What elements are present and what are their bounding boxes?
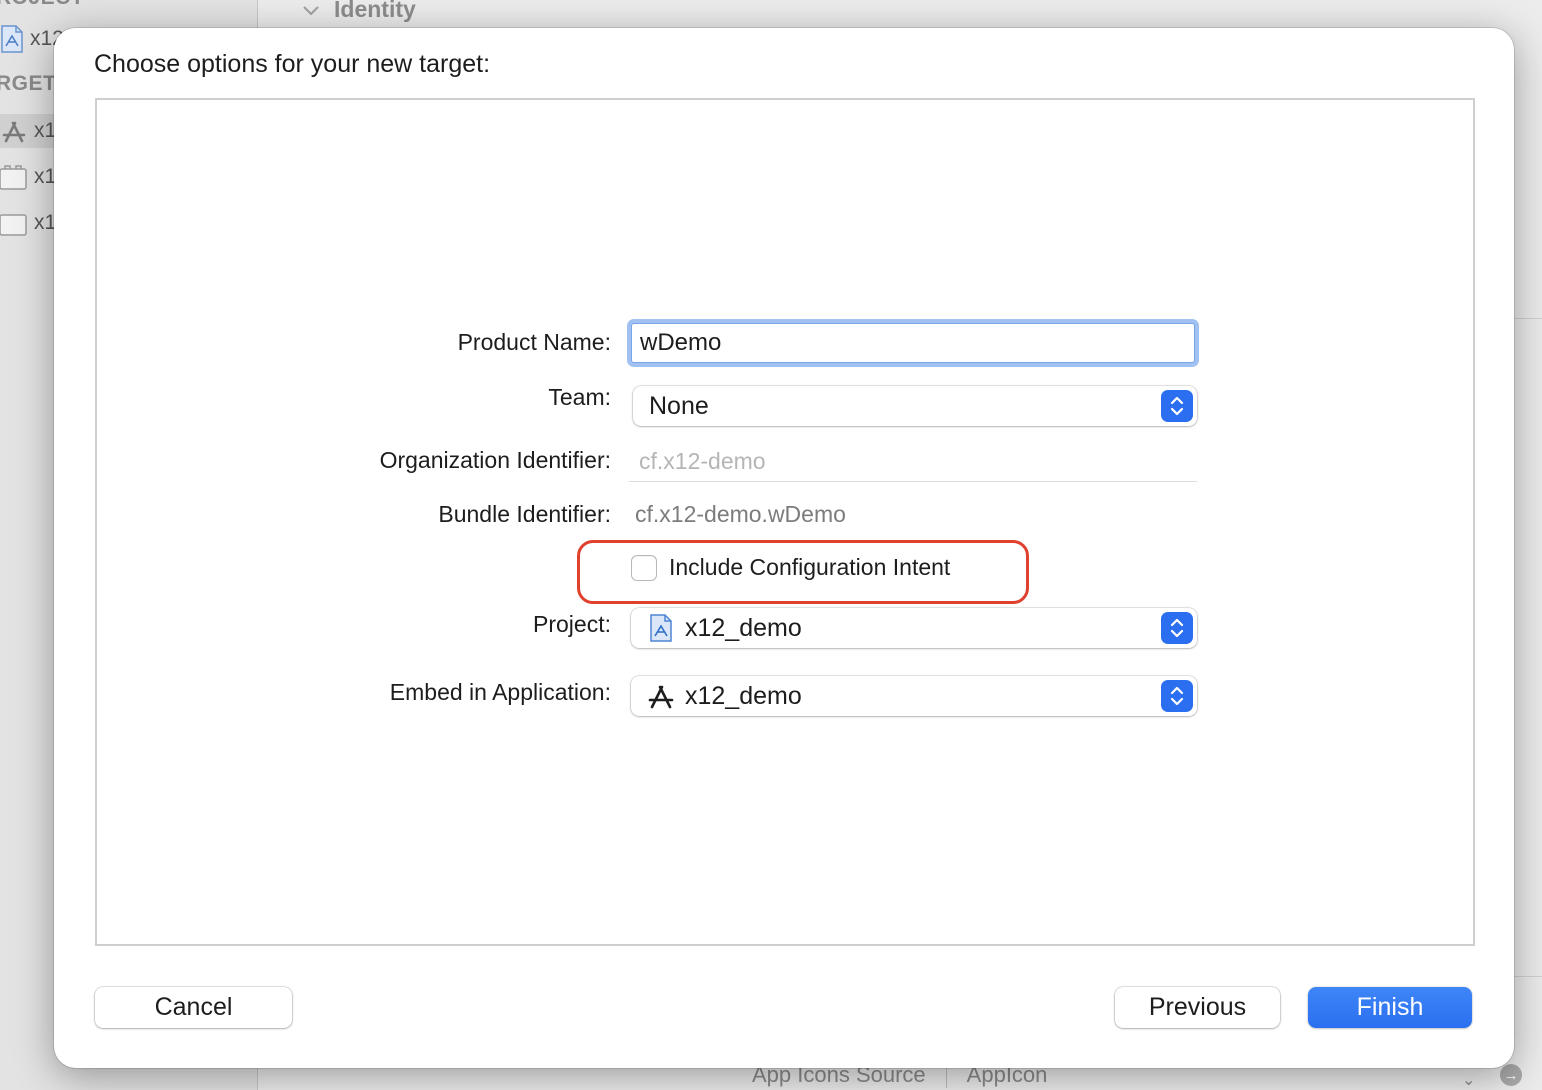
include-configuration-intent-checkbox-row[interactable]: Include Configuration Intent — [631, 554, 950, 581]
embed-in-application-value: x12_demo — [685, 681, 802, 710]
team-label: Team: — [548, 384, 611, 410]
sidebar-section-project: ROJECT — [0, 0, 84, 10]
app-store-icon — [647, 681, 675, 711]
organization-identifier-label: Organization Identifier: — [379, 447, 611, 473]
bundle-identifier-label: Bundle Identifier: — [438, 501, 611, 527]
include-configuration-intent-label: Include Configuration Intent — [669, 554, 951, 580]
finish-button[interactable]: Finish — [1308, 987, 1472, 1028]
sidebar-item-project[interactable]: x12 — [0, 22, 64, 56]
updown-chevron-icon — [1161, 390, 1193, 422]
project-popup[interactable]: x12_demo — [631, 608, 1197, 648]
sidebar-item-extension-target[interactable]: x12 — [0, 160, 68, 194]
project-file-icon — [0, 25, 24, 53]
team-value: None — [649, 391, 709, 420]
include-configuration-intent-checkbox[interactable] — [631, 554, 657, 581]
extension-icon — [0, 163, 28, 191]
previous-button[interactable]: Previous — [1115, 987, 1280, 1028]
project-value: x12_demo — [685, 613, 802, 642]
app-store-icon — [0, 117, 28, 145]
arrow-right-circle-icon[interactable]: → — [1500, 1064, 1522, 1086]
extension-icon — [0, 209, 28, 237]
divider — [1512, 318, 1542, 319]
sidebar-item-app-target[interactable]: x12 — [0, 114, 68, 148]
options-panel: Product Name: Team: None Organization Id… — [95, 98, 1475, 946]
project-label: Project: — [533, 611, 611, 637]
new-target-options-sheet: Choose options for your new target: Prod… — [54, 28, 1514, 1068]
sidebar-item-extension-target[interactable]: x12 — [0, 206, 68, 240]
updown-chevron-icon — [1161, 680, 1193, 712]
embed-in-application-label: Embed in Application: — [389, 679, 611, 705]
bundle-identifier-value: cf.x12-demo.wDemo — [635, 501, 846, 527]
embed-in-application-popup[interactable]: x12_demo — [631, 676, 1197, 716]
divider — [1512, 976, 1542, 977]
updown-chevron-icon — [1161, 612, 1193, 644]
chevron-down-icon — [302, 0, 320, 23]
product-name-input[interactable] — [631, 323, 1195, 363]
product-name-label: Product Name: — [457, 329, 611, 355]
sheet-title: Choose options for your new target: — [94, 50, 491, 78]
updown-chevron-icon[interactable]: ⌃ ⌄ — [1462, 1063, 1475, 1089]
project-file-icon — [647, 613, 675, 643]
cancel-button[interactable]: Cancel — [95, 987, 292, 1028]
identity-section-header[interactable]: Identity — [302, 0, 416, 23]
organization-identifier-input[interactable] — [629, 442, 1197, 482]
team-popup[interactable]: None — [633, 386, 1197, 426]
identity-header-label: Identity — [334, 0, 416, 22]
